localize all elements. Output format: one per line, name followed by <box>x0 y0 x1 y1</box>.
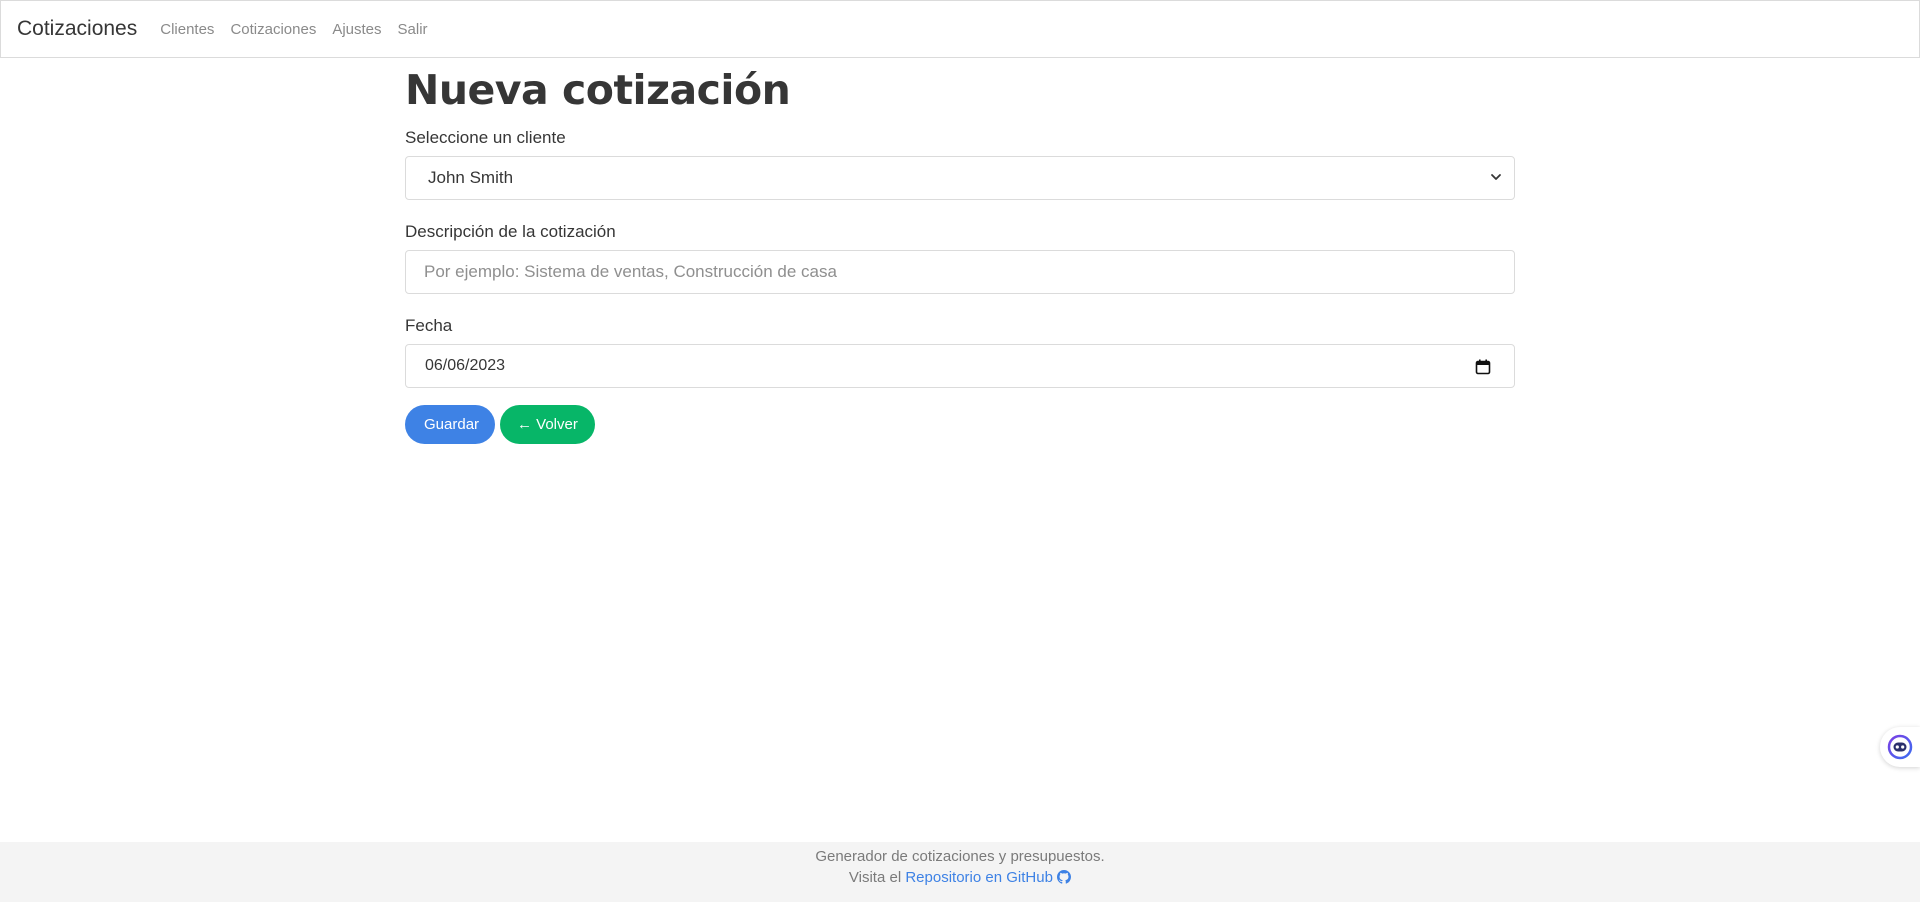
github-icon <box>1057 870 1072 884</box>
form-actions: Guardar ← Volver <box>405 405 1515 444</box>
client-field-group: Seleccione un cliente John Smith <box>405 126 1515 200</box>
description-label: Descripción de la cotización <box>405 222 616 241</box>
save-button[interactable]: Guardar <box>405 405 495 444</box>
footer: Generador de cotizaciones y presupuestos… <box>0 842 1920 902</box>
footer-tagline: Generador de cotizaciones y presupuestos… <box>815 848 1105 865</box>
date-value: 06/06/2023 <box>425 357 506 374</box>
date-label: Fecha <box>405 316 453 335</box>
footer-repo-line: Visita el Repositorio en GitHub <box>0 867 1920 889</box>
page-title: Nueva cotización <box>405 66 791 114</box>
date-field-group: Fecha 06/06/2023 <box>405 314 1515 388</box>
date-input[interactable]: 06/06/2023 <box>405 344 1515 388</box>
calendar-icon[interactable] <box>1475 359 1491 375</box>
repo-link-label: Repositorio en GitHub <box>905 869 1053 886</box>
navbar: Cotizaciones Clientes Cotizaciones Ajust… <box>0 0 1920 58</box>
chevron-down-icon <box>1491 174 1501 180</box>
nav-link-cotizaciones[interactable]: Cotizaciones <box>230 21 316 38</box>
client-select[interactable]: John Smith <box>405 156 1515 200</box>
description-input[interactable] <box>405 250 1515 294</box>
client-label: Seleccione un cliente <box>405 128 566 147</box>
repo-link[interactable]: Repositorio en GitHub <box>905 869 1072 886</box>
navbar-brand[interactable]: Cotizaciones <box>1 17 137 41</box>
client-select-value: John Smith <box>428 168 514 187</box>
nav-link-ajustes[interactable]: Ajustes <box>332 21 381 38</box>
nav-link-clientes[interactable]: Clientes <box>160 21 214 38</box>
main-content: Nueva cotización Seleccione un cliente J… <box>405 58 1515 444</box>
assistant-icon <box>1887 734 1913 760</box>
nav-link-salir[interactable]: Salir <box>398 21 428 38</box>
assistant-widget-button[interactable] <box>1880 727 1920 767</box>
description-field-group: Descripción de la cotización <box>405 220 1515 294</box>
back-button[interactable]: ← Volver <box>500 405 595 444</box>
footer-repo-prefix: Visita el <box>848 869 902 886</box>
